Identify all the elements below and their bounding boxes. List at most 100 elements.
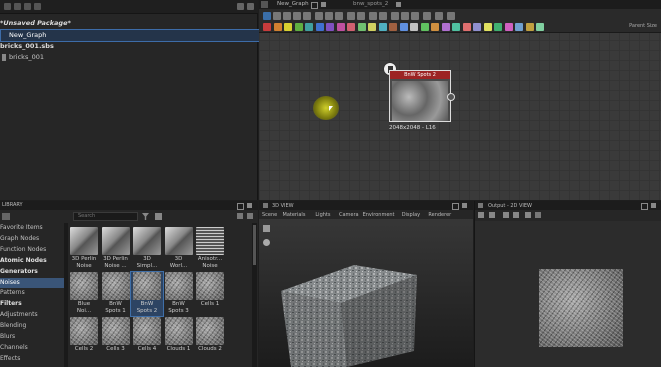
node-shortcut-icon[interactable] xyxy=(273,23,282,31)
menu-item[interactable]: Environment xyxy=(363,212,395,218)
node-shortcut-icon[interactable] xyxy=(441,23,450,31)
bnw-spots-node[interactable]: BnW Spots 2 xyxy=(389,70,451,122)
2d-export-icon[interactable] xyxy=(535,212,541,218)
package-item[interactable]: *Unsaved Package* xyxy=(0,18,71,29)
filter-icon[interactable] xyxy=(142,213,149,220)
close-tab-2-icon[interactable] xyxy=(396,2,401,7)
library-search-input[interactable]: Search xyxy=(73,212,138,221)
fit-icon[interactable] xyxy=(423,12,431,20)
zoom-out-icon[interactable] xyxy=(357,12,365,20)
node-shortcut-icon[interactable] xyxy=(263,23,271,31)
grid-icon[interactable] xyxy=(335,12,343,20)
node-shortcut-icon[interactable] xyxy=(284,23,292,31)
library-tile-thumbnail[interactable] xyxy=(133,227,161,255)
list-icon[interactable] xyxy=(293,12,301,20)
camera-icon[interactable] xyxy=(283,12,291,20)
library-category[interactable]: Patterns xyxy=(0,288,64,299)
menu-item[interactable]: Renderer xyxy=(428,212,451,218)
node-shortcut-icon[interactable] xyxy=(431,23,439,31)
library-tile-thumbnail[interactable] xyxy=(196,227,224,255)
settings-icon[interactable] xyxy=(34,3,41,10)
library-tile-thumbnail[interactable] xyxy=(164,227,193,255)
node-shortcut-icon[interactable] xyxy=(315,23,324,31)
3d-view-panel[interactable]: 3D VIEW Scene Materials Lights Camera Enviro… xyxy=(259,201,473,367)
library-category[interactable]: Function Nodes xyxy=(0,245,64,256)
library-category[interactable]: Effects xyxy=(0,354,64,365)
menu-item[interactable]: Scene xyxy=(262,212,277,218)
library-close-icon[interactable] xyxy=(247,203,252,208)
new-icon[interactable] xyxy=(4,3,11,10)
library-tile-thumbnail[interactable] xyxy=(101,272,130,300)
node-shortcut-icon[interactable] xyxy=(504,23,513,31)
library-category[interactable]: Blending xyxy=(0,321,64,332)
menu-item[interactable]: Lights xyxy=(315,212,330,218)
3d-pin-icon[interactable] xyxy=(452,203,459,210)
node-shortcut-icon[interactable] xyxy=(347,23,355,31)
menu-item[interactable]: Materials xyxy=(283,212,306,218)
view-mode-icon[interactable] xyxy=(237,213,243,219)
node-shortcut-icon[interactable] xyxy=(410,23,418,31)
link-icon[interactable] xyxy=(391,12,399,20)
node-shortcut-icon[interactable] xyxy=(326,23,334,31)
parent-size-dropdown[interactable]: Parent Size xyxy=(629,23,657,29)
library-category[interactable]: Adjustments xyxy=(0,310,64,321)
2d-close-icon[interactable] xyxy=(651,203,656,208)
search-icon[interactable] xyxy=(315,12,323,20)
3d-close-icon[interactable] xyxy=(462,203,467,208)
node-output-port[interactable] xyxy=(447,93,455,101)
add-filter-icon[interactable] xyxy=(155,213,162,220)
library-category[interactable]: Channels xyxy=(0,343,64,354)
library-tile-thumbnail[interactable] xyxy=(133,272,161,300)
close-tab-icon[interactable] xyxy=(321,2,326,7)
node-shortcut-icon[interactable] xyxy=(536,23,544,31)
scroll-thumb[interactable] xyxy=(253,225,256,265)
expand-icon[interactable] xyxy=(401,12,409,20)
select-icon[interactable] xyxy=(263,12,271,20)
close-icon[interactable] xyxy=(247,3,254,10)
library-tile-thumbnail[interactable] xyxy=(164,272,193,300)
library-tile-thumbnail[interactable] xyxy=(196,272,224,300)
folder-icon[interactable] xyxy=(24,3,31,10)
library-tile-thumbnail[interactable] xyxy=(70,317,98,345)
node-shortcut-icon[interactable] xyxy=(420,23,429,31)
tab-bnw-spots[interactable]: bnw_spots_2 xyxy=(341,0,388,9)
2d-channel-icon[interactable] xyxy=(478,212,484,218)
library-tile-thumbnail[interactable] xyxy=(133,317,161,345)
save-icon[interactable] xyxy=(14,3,21,10)
comment-icon[interactable] xyxy=(303,12,311,20)
menu-item[interactable]: Display xyxy=(402,212,420,218)
library-category[interactable]: Favorite Items xyxy=(0,223,64,234)
library-pin-icon[interactable] xyxy=(237,203,244,210)
library-category[interactable]: Generators xyxy=(0,267,64,278)
align-icon[interactable] xyxy=(325,12,333,20)
maximize-icon[interactable] xyxy=(311,2,318,9)
node-shortcut-icon[interactable] xyxy=(473,23,481,31)
node-shortcut-icon[interactable] xyxy=(378,23,387,31)
2d-tile-icon[interactable] xyxy=(489,212,495,218)
library-tile-thumbnail[interactable] xyxy=(101,227,130,255)
node-shortcut-icon[interactable] xyxy=(357,23,366,31)
zoom-in-icon[interactable] xyxy=(347,12,355,20)
2d-fit-icon[interactable] xyxy=(503,212,509,218)
library-grid-scrollbar[interactable] xyxy=(252,223,257,367)
2d-reset-icon[interactable] xyxy=(525,212,531,218)
library-category[interactable]: Filters xyxy=(0,299,64,310)
library-tile-thumbnail[interactable] xyxy=(164,317,193,345)
node-shortcut-icon[interactable] xyxy=(294,23,303,31)
node-shortcut-icon[interactable] xyxy=(462,23,471,31)
node-shortcut-icon[interactable] xyxy=(452,23,460,31)
2d-view-panel[interactable]: Output - 2D VIEW xyxy=(474,201,661,367)
node-shortcut-icon[interactable] xyxy=(336,23,345,31)
pin-icon[interactable] xyxy=(237,3,244,10)
settings-small-icon[interactable] xyxy=(247,213,253,219)
library-tile-thumbnail[interactable] xyxy=(70,227,98,255)
flatten-icon[interactable] xyxy=(435,12,443,20)
node-shortcut-icon[interactable] xyxy=(515,23,523,31)
library-tile-thumbnail[interactable] xyxy=(101,317,130,345)
tab-new-graph[interactable]: New_Graph xyxy=(265,0,309,9)
library-category[interactable]: Atomic Nodes xyxy=(0,256,64,267)
node-shortcut-icon[interactable] xyxy=(305,23,313,31)
brush-icon[interactable] xyxy=(2,213,10,220)
node-shortcut-icon[interactable] xyxy=(368,23,376,31)
2d-zoom-icon[interactable] xyxy=(513,212,519,218)
